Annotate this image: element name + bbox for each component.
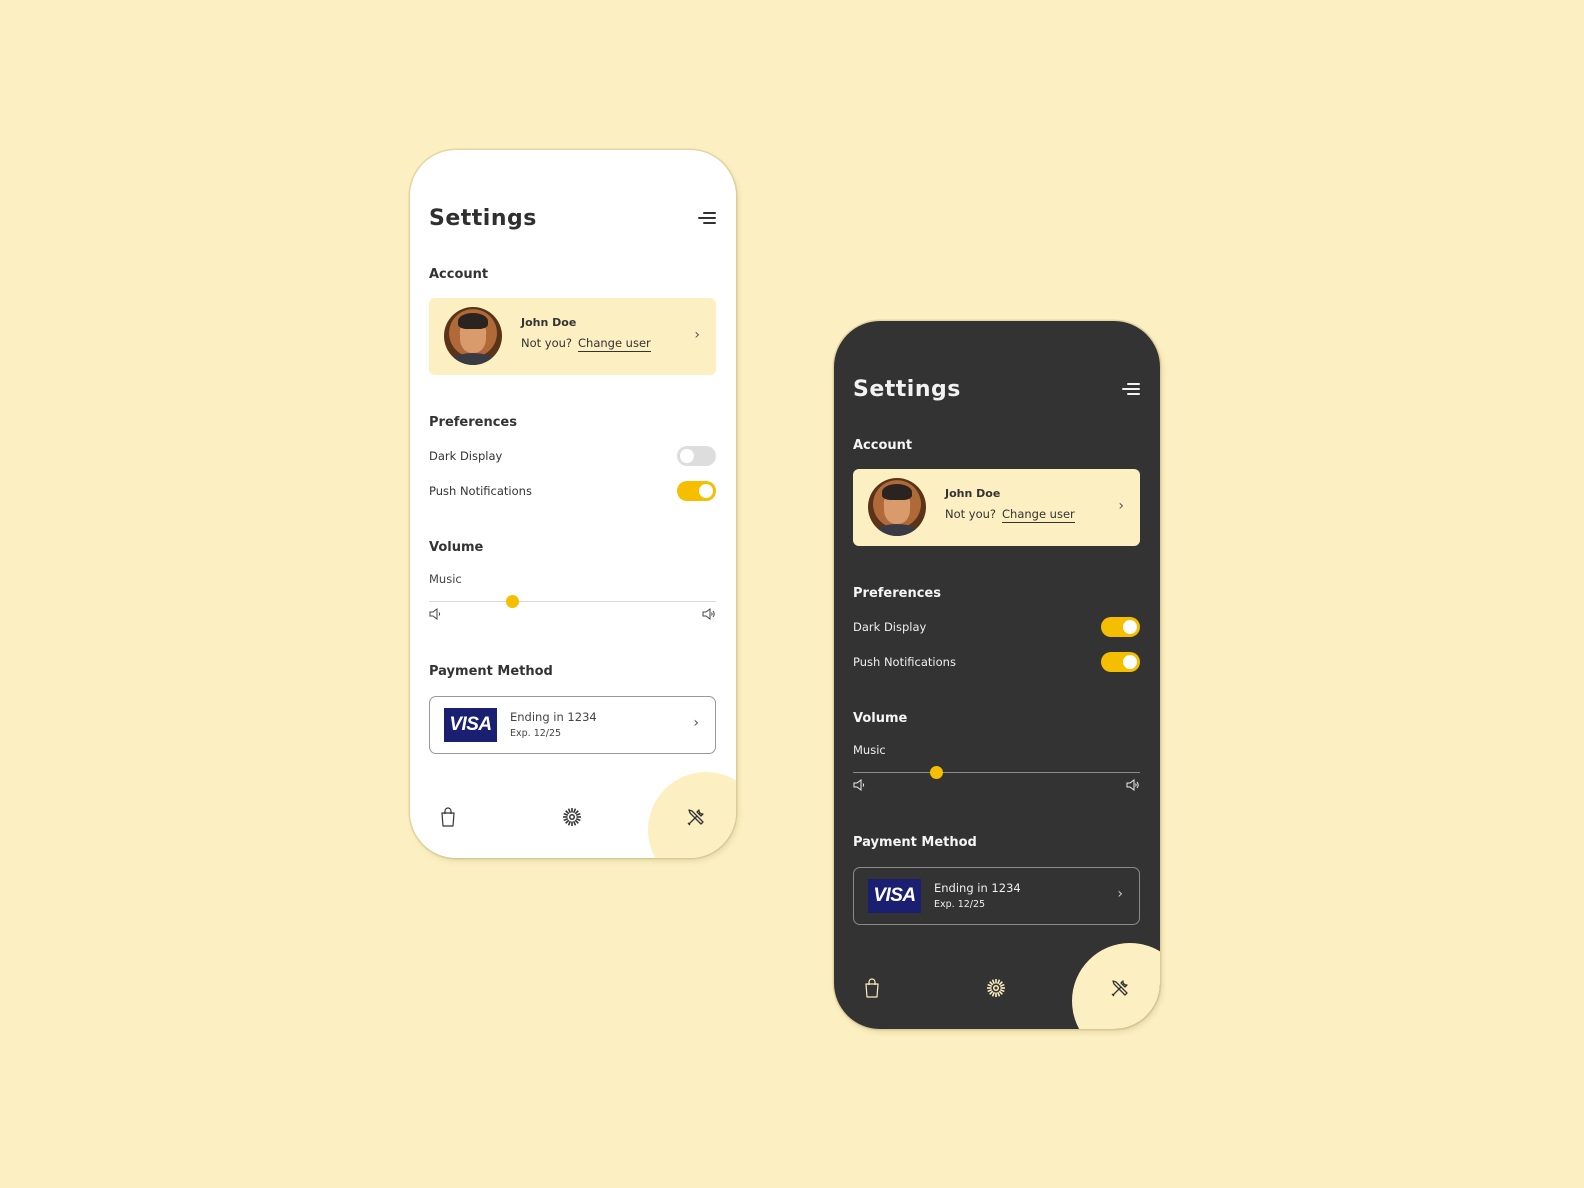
menu-icon[interactable] [1122,383,1140,397]
section-preferences-label: Preferences [853,586,941,601]
section-volume-label: Volume [429,540,484,555]
push-notifications-toggle[interactable] [1101,652,1140,672]
slider-thumb[interactable] [506,595,520,608]
chevron-right-icon: › [693,715,699,731]
pref-label: Dark Display [429,449,503,463]
dark-display-toggle[interactable] [677,446,716,466]
section-account-label: Account [853,438,913,453]
change-user-link[interactable]: Change user [578,336,651,352]
sun-icon[interactable] [985,977,1007,999]
slider-track [853,772,1140,773]
music-label: Music [429,572,462,586]
pref-label: Dark Display [853,620,927,634]
avatar [868,478,926,536]
account-card[interactable]: John Doe Not you? Change user › [853,469,1140,546]
chevron-right-icon: › [694,327,700,343]
pref-row-push-notifications: Push Notifications [429,481,716,503]
volume-low-icon [429,608,441,620]
user-name: John Doe [521,316,577,329]
pref-label: Push Notifications [853,655,956,669]
card-expiry: Exp. 12/25 [510,728,562,739]
section-preferences-label: Preferences [429,415,517,430]
slider-track [429,601,716,602]
chevron-right-icon: › [1117,886,1123,902]
tools-icon[interactable] [1109,977,1131,999]
not-you-text: Not you? [521,336,573,350]
pref-label: Push Notifications [429,484,532,498]
payment-card[interactable]: VISA Ending in 1234 Exp. 12/25 › [429,696,716,754]
pref-row-dark-display: Dark Display [429,446,716,468]
page-title: Settings [429,206,537,231]
not-you-text: Not you? [945,507,997,521]
pref-row-push-notifications: Push Notifications [853,652,1140,674]
volume-high-icon [1126,779,1139,791]
pref-row-dark-display: Dark Display [853,617,1140,639]
music-volume-slider[interactable] [853,766,1140,780]
visa-logo: VISA [868,879,921,913]
section-payment-label: Payment Method [429,664,553,679]
slider-thumb[interactable] [930,766,944,779]
account-card[interactable]: John Doe Not you? Change user › [429,298,716,375]
change-user-link[interactable]: Change user [1002,507,1075,523]
header: Settings [853,373,1140,407]
payment-card[interactable]: VISA Ending in 1234 Exp. 12/25 › [853,867,1140,925]
page-title: Settings [853,377,961,402]
menu-icon[interactable] [698,212,716,226]
music-volume-slider[interactable] [429,595,716,609]
section-account-label: Account [429,267,489,282]
user-name: John Doe [945,487,1001,500]
section-volume-label: Volume [853,711,908,726]
chevron-right-icon: › [1118,498,1124,514]
tools-icon[interactable] [685,806,707,828]
dark-display-toggle[interactable] [1101,617,1140,637]
card-ending: Ending in 1234 [934,881,1021,895]
avatar [444,307,502,365]
settings-screen-dark: Settings Account John Doe Not you? Chang… [834,321,1160,1029]
push-notifications-toggle[interactable] [677,481,716,501]
music-label: Music [853,743,886,757]
bag-icon[interactable] [861,977,883,999]
section-payment-label: Payment Method [853,835,977,850]
visa-logo: VISA [444,708,497,742]
card-ending: Ending in 1234 [510,710,597,724]
volume-high-icon [702,608,715,620]
volume-low-icon [853,779,865,791]
bag-icon[interactable] [437,806,459,828]
settings-screen-light: Settings Account John Doe Not you? Chang… [410,150,736,858]
card-expiry: Exp. 12/25 [934,899,986,910]
header: Settings [429,202,716,236]
sun-icon[interactable] [561,806,583,828]
